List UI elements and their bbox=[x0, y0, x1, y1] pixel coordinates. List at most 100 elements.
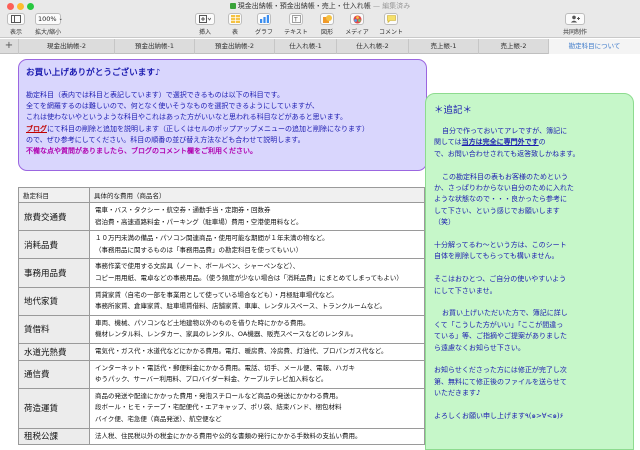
table-row: 事務用品費 事務作業で使用する文房具（ノート、ボールペン、シャーペンなど）、 コピー… bbox=[18, 258, 425, 288]
details-line: 機材レンタル料、レンタカー、家具のレンタル、OA機器、販売スペースなどのレンタル… bbox=[95, 330, 358, 339]
note-line: で、お問い合わせされても返答致しかねます。 bbox=[434, 149, 580, 158]
note-line: この勘定科目の表もお客様のためという bbox=[442, 172, 568, 181]
comment-button[interactable]: コメント bbox=[376, 13, 406, 36]
table-header-row: 勘定科目 具体的な費用（商品名） bbox=[18, 187, 425, 203]
details-line: 車両、機械、パソコンなど土地建物以外のものを借りた時にかかる費用。 bbox=[95, 318, 310, 327]
table-row: 通信費 インターネット・電話代・郵便料金にかかる費用。電話、切手、メール便、電報、… bbox=[18, 359, 425, 389]
tab-purchase-book-2[interactable]: 仕入れ帳-2 bbox=[336, 39, 408, 54]
account-title-cell[interactable]: 租税公課 bbox=[18, 427, 90, 446]
details-line: インターネット・電話代・郵便料金にかかる費用。電話、切手、メール便、電報、ハガキ bbox=[95, 363, 355, 372]
details-line: 事務所家賃、倉庫家賃、駐車場賃借料、店舗家賃、車庫、レンタルスペース、トランクル… bbox=[95, 302, 387, 311]
details-cell[interactable]: インターネット・電話代・郵便料金にかかる費用。電話、切手、メール便、電報、ハガキ… bbox=[89, 359, 425, 389]
table-icon bbox=[230, 15, 240, 23]
details-line: 賃貸家賃（自宅の一部を事業用として使っている場合なども）・月極駐車場代など。 bbox=[95, 290, 338, 299]
tab-sales-book-2[interactable]: 売上帳-2 bbox=[478, 39, 548, 54]
table-row: 消耗品費 １０万円未満の備品・パソコン関連商品・使用可能な期間が１年未満の物など。… bbox=[18, 230, 425, 260]
plus-icon bbox=[199, 15, 211, 23]
details-cell[interactable]: １０万円未満の備品・パソコン関連商品・使用可能な期間が１年未満の物など。 （事務用… bbox=[89, 230, 425, 260]
note-line: お買い上げいただいた方で、簿記に詳し bbox=[442, 309, 568, 318]
note-line: よろしくお願い申し上げます٩(๑>∀<๑)۶ bbox=[434, 412, 564, 421]
header-details[interactable]: 具体的な費用（商品名） bbox=[89, 187, 425, 203]
note-line: ている」等、ご指摘やご提案がありました bbox=[434, 332, 567, 341]
chevron-down-icon: ⌄ bbox=[58, 16, 63, 22]
table-row: 地代家賃 賃貸家賃（自宅の一部を事業用として使っている場合なども）・月極駐車場代な… bbox=[18, 286, 425, 316]
text-button[interactable]: T テキスト bbox=[283, 13, 309, 36]
blog-link[interactable]: ブログ bbox=[26, 125, 47, 133]
media-icon bbox=[353, 15, 361, 23]
thanks-contact-line: 不備な点や質問がありましたら、ブログのコメント欄をご利用ください。 bbox=[26, 147, 257, 156]
svg-text:T: T bbox=[293, 16, 298, 23]
note-line: （笑） bbox=[434, 218, 455, 227]
note-line: ら遠慮なくお知らせ下さい。 bbox=[434, 343, 525, 352]
details-cell[interactable]: 電気代・ガス代・水道代などにかかる費用。電灯、暖房費、冷房費、灯油代、プロパンガ… bbox=[89, 342, 425, 361]
details-cell[interactable]: 電車・バス・タクシー・航空券・通勤手当・定期券・回数券宿泊費・高速道路料金・パー… bbox=[89, 201, 425, 232]
chart-icon bbox=[259, 15, 269, 23]
details-cell[interactable]: 法人税、住民税以外の税金にかかる費用や公的な書類の発行にかかる手数料の支払い費用… bbox=[89, 427, 425, 446]
account-title-cell[interactable]: 地代家賃 bbox=[18, 286, 90, 316]
shape-button[interactable]: 図形 bbox=[318, 13, 336, 36]
note-line: して下さい、という感じでお願いします bbox=[434, 206, 560, 215]
media-button[interactable]: メディア bbox=[344, 13, 370, 36]
window-title: 現金出納帳・預金出納帳・売上・仕入れ帳 — 編集済み bbox=[0, 1, 640, 11]
header-account-title[interactable]: 勘定科目 bbox=[18, 187, 90, 203]
table-button[interactable]: 表 bbox=[226, 13, 244, 36]
details-cell[interactable]: 商品の発送や配達にかかった費用・発泡スチロールなど商品の発送にかかわる費用。 段ボ… bbox=[89, 387, 425, 429]
details-line: 電気代・ガス代・水道代などにかかる費用。電灯、暖房費、冷房費、灯油代、プロパンガ… bbox=[95, 346, 388, 355]
collaborate-button[interactable]: 共同制作 bbox=[560, 13, 590, 36]
account-title-cell[interactable]: 水道光熱費 bbox=[18, 342, 90, 361]
shape-icon bbox=[322, 15, 332, 23]
account-title-cell[interactable]: 消耗品費 bbox=[18, 230, 90, 260]
tab-deposit-book-2[interactable]: 預金出納帳-2 bbox=[194, 39, 274, 54]
table-row: 賃借料 車両、機械、パソコンなど土地建物以外のものを借りた時にかかる費用。機材レン… bbox=[18, 314, 425, 344]
details-cell[interactable]: 車両、機械、パソコンなど土地建物以外のものを借りた時にかかる費用。機材レンタル料… bbox=[89, 314, 425, 344]
sheet-canvas: お買い上げありがとうございます♪ 勘定科目（表内では科目と表記しています）で選択… bbox=[0, 55, 640, 450]
addendum-note-box[interactable]: ＊追記＊ 自分で作っておいてアレですが、簿記に 関しては当方は完全に専門外ですの… bbox=[425, 93, 634, 450]
add-sheet-button[interactable]: + bbox=[4, 40, 14, 51]
thanks-line: 全てを網羅するのは難しいので、何となく使いそうなものを選択できるようにしています… bbox=[26, 102, 319, 111]
table-row: 水道光熱費 電気代・ガス代・水道代などにかかる費用。電灯、暖房費、冷房費、灯油代、… bbox=[18, 342, 425, 361]
note-line: お知らせくださった方には修正が完了し次 bbox=[434, 366, 567, 375]
account-title-cell[interactable]: 通信費 bbox=[18, 359, 90, 389]
comment-icon bbox=[386, 15, 396, 23]
chart-button[interactable]: グラフ bbox=[254, 13, 274, 36]
thanks-line: 勘定科目（表内では科目と表記しています）で選択できるものは以下の科目です。 bbox=[26, 91, 284, 99]
tab-account-titles[interactable]: 勘定科目について bbox=[548, 39, 640, 54]
account-titles-table[interactable]: 勘定科目 具体的な費用（商品名） 旅費交通費 電車・バス・タクシー・航空券・通勤手… bbox=[18, 187, 425, 446]
tab-cash-book-2[interactable]: 現金出納帳-2 bbox=[18, 39, 114, 54]
details-line: コピー用用紙、電卓などの事務用品。（使う頻度が少ない場合は「消耗品費」にまとめて… bbox=[95, 273, 403, 282]
thanks-line: これは使わないやというような科目やこれはあった方がいいなと思われる科目などがある… bbox=[26, 113, 347, 122]
details-cell[interactable]: 賃貸家賃（自宅の一部を事業用として使っている場合なども）・月極駐車場代など。事務… bbox=[89, 286, 425, 316]
details-line: （事務用品に関するものは「事務用品費」の勘定科目を使ってもいい） bbox=[95, 245, 303, 254]
details-cell[interactable]: 事務作業で使用する文房具（ノート、ボールペン、シャーペンなど）、 コピー用用紙、電… bbox=[89, 258, 425, 288]
collaborate-icon bbox=[570, 15, 580, 23]
sidebar-icon bbox=[11, 15, 21, 23]
insert-button[interactable]: 挿入 bbox=[194, 13, 216, 36]
tab-purchase-book-1[interactable]: 仕入れ帳-1 bbox=[274, 39, 336, 54]
view-button[interactable]: 表示 bbox=[5, 13, 27, 36]
account-title-cell[interactable]: 賃借料 bbox=[18, 314, 90, 344]
thanks-line: ので、ぜひ参考にしてください。科目の順番の並び替え方法なども合わせて説明します。 bbox=[26, 135, 305, 144]
text-icon: T bbox=[291, 15, 301, 23]
details-line: ゆうパック、サーバー利用料、プロバイダー料金、ケーブルテレビ加入料など。 bbox=[95, 375, 328, 384]
details-line: 商品の発送や配達にかかった費用・発泡スチロールなど商品の発送にかかわる費用。 bbox=[95, 391, 342, 400]
sheet-tabs-bar: + 現金出納帳-2 預金出納帳-1 預金出納帳-2 仕入れ帳-1 仕入れ帳-2 … bbox=[0, 39, 640, 54]
table-row: 租税公課 法人税、住民税以外の税金にかかる費用や公的な書類の発行にかかる手数料の支… bbox=[18, 427, 425, 446]
details-line: 法人税、住民税以外の税金にかかる費用や公的な書類の発行にかかる手数料の支払い費用… bbox=[95, 431, 362, 440]
account-title-cell[interactable]: 事務用品費 bbox=[18, 258, 90, 288]
table-row: 荷造運賃 商品の発送や配達にかかった費用・発泡スチロールなど商品の発送にかかわる費… bbox=[18, 387, 425, 429]
note-line: か、さっぱりわからない自分のために入れた bbox=[434, 184, 574, 193]
note-line: いただきます♪ bbox=[434, 389, 481, 398]
tab-deposit-book-1[interactable]: 預金出納帳-1 bbox=[114, 39, 194, 54]
note-line: 十分解ってるわ〜という方は、このシート bbox=[434, 241, 567, 250]
thanks-text-box[interactable]: お買い上げありがとうございます♪ 勘定科目（表内では科目と表記しています）で選択… bbox=[18, 59, 427, 171]
table-row: 旅費交通費 電車・バス・タクシー・航空券・通勤手当・定期券・回数券宿泊費・高速道路… bbox=[18, 201, 425, 232]
account-title-cell[interactable]: 旅費交通費 bbox=[18, 201, 90, 232]
zoom-select[interactable]: 100% ⌄ 拡大/縮小 bbox=[34, 13, 63, 36]
note-line: 自体を削除してもらっても構いません。 bbox=[434, 252, 559, 261]
account-title-cell[interactable]: 荷造運賃 bbox=[18, 387, 90, 429]
note-line: ような状態なので・・・良かったら参考に bbox=[434, 195, 567, 204]
note-line: 自分で作っておいてアレですが、簿記に bbox=[442, 127, 568, 135]
details-line: 宿泊費・高速道路料金・パーキング（駐車場）費用・空港使用料など。 bbox=[95, 217, 303, 226]
tab-sales-book-1[interactable]: 売上帳-1 bbox=[408, 39, 478, 54]
details-line: 電車・バス・タクシー・航空券・通勤手当・定期券・回数券 bbox=[95, 206, 271, 214]
